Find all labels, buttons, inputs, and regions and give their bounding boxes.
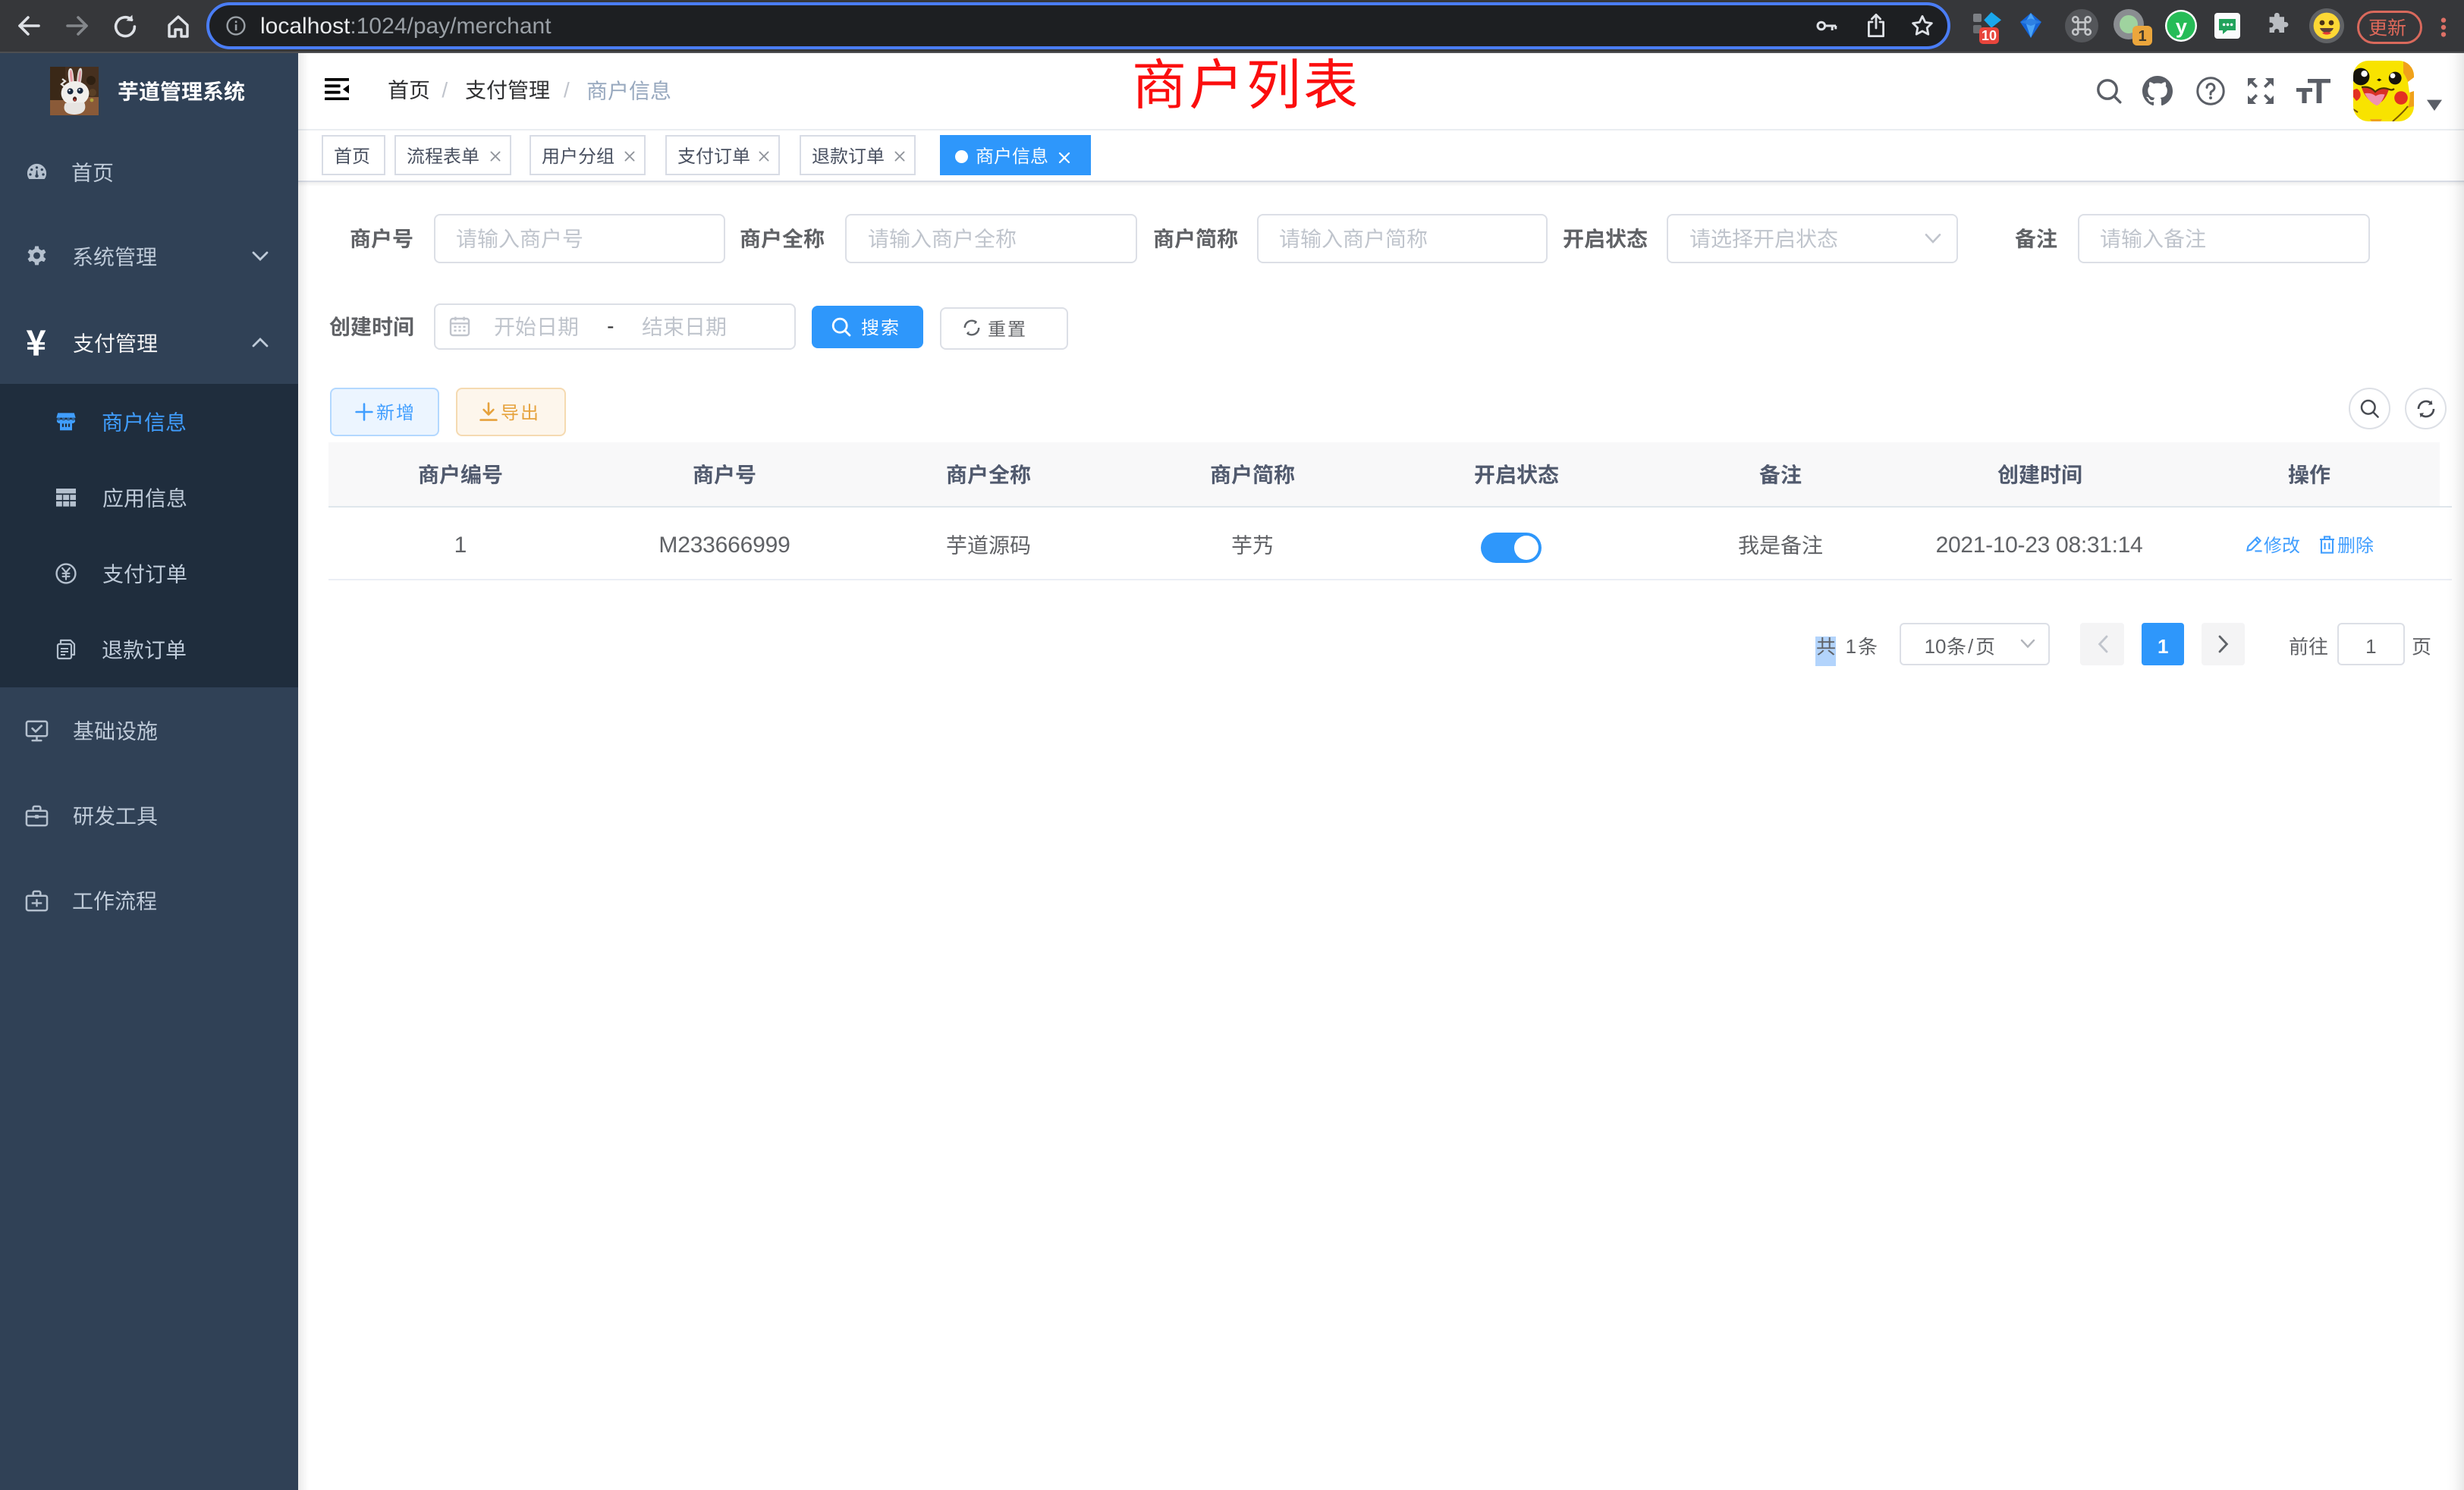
svg-text:y: y bbox=[2176, 15, 2187, 38]
svg-text:1: 1 bbox=[2138, 28, 2146, 45]
svg-text:10: 10 bbox=[1982, 28, 1997, 43]
